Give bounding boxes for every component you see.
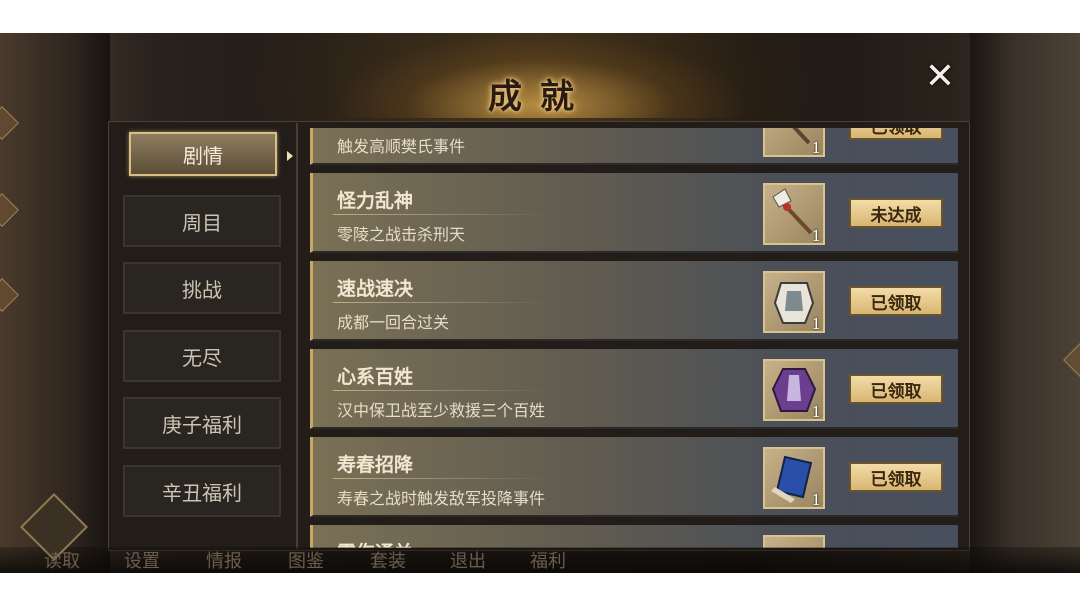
background-right-scenery	[970, 33, 1080, 573]
tab-label: 辛丑福利	[162, 480, 242, 505]
achievement-desc: 零陵之战击杀刑天	[337, 225, 466, 244]
reward-item[interactable]: 1	[763, 447, 825, 509]
reward-count: 1	[811, 139, 821, 157]
menu-settings[interactable]: 设置	[124, 547, 160, 573]
achievement-title: 寿春招降	[337, 454, 414, 476]
tab-label: 剧情	[183, 143, 223, 168]
achievement-title: 心系百姓	[337, 366, 414, 388]
menu-intel[interactable]: 情报	[206, 547, 242, 573]
achievement-list[interactable]: 触发高顺樊氏事件 1 已领取 怪力乱神 零陵之战击杀刑天 1	[310, 128, 960, 548]
achievement-card: 寿春招降 寿春之战时触发敌军投降事件 1 已领取	[310, 437, 958, 517]
reward-count: 1	[811, 315, 821, 333]
achievement-card: 心系百姓 汉中保卫战至少救援三个百姓 1 已领取	[310, 349, 958, 429]
close-button[interactable]: ✕	[920, 57, 960, 97]
tab-pointer-icon	[287, 151, 293, 161]
achievement-desc: 汉中保卫战至少救援三个百姓	[337, 401, 546, 420]
achievement-title: 速战速决	[337, 278, 414, 300]
tab-xinchou-bonus[interactable]: 辛丑福利	[123, 465, 281, 517]
claim-status-button[interactable]: 已领取	[849, 462, 943, 492]
menu-load[interactable]: 读取	[44, 547, 80, 573]
title-underline	[333, 214, 553, 215]
menu-exit[interactable]: 退出	[450, 547, 486, 573]
tab-challenge[interactable]: 挑战	[123, 262, 281, 314]
reward-item[interactable]: 1	[763, 359, 825, 421]
menu-sets[interactable]: 套装	[370, 547, 406, 573]
achievement-desc: 触发高顺樊氏事件	[337, 137, 466, 156]
reward-item[interactable]: 1	[763, 128, 825, 157]
claim-status-button[interactable]: 已领取	[849, 286, 943, 316]
title-underline	[333, 390, 553, 391]
tab-playthrough[interactable]: 周目	[123, 195, 281, 247]
claim-status-button[interactable]: 已领取	[849, 128, 943, 140]
achievement-card: 零伤通关	[310, 525, 958, 548]
menu-bonus[interactable]: 福利	[530, 547, 566, 573]
tab-gengzi-bonus[interactable]: 庚子福利	[123, 397, 281, 449]
achievement-card: 速战速决 成都一回合过关 1 已领取	[310, 261, 958, 341]
background-left-scenery	[0, 33, 110, 573]
panel-divider	[296, 123, 298, 549]
tab-label: 挑战	[182, 277, 222, 302]
menu-codex[interactable]: 图鉴	[288, 547, 324, 573]
reward-count: 1	[811, 227, 821, 245]
achievement-desc: 成都一回合过关	[337, 313, 450, 332]
reward-item[interactable]: 1	[763, 183, 825, 245]
tab-story[interactable]: 剧情	[129, 132, 293, 176]
reward-count: 1	[811, 491, 821, 509]
reward-count: 1	[811, 403, 821, 421]
reward-item[interactable]: 1	[763, 271, 825, 333]
tab-label: 庚子福利	[162, 412, 242, 437]
game-screen: 成就 ✕ 剧情 周目 挑战 无尽 庚子福利 辛丑福利 触发高顺樊氏事件 1 怪力…	[0, 33, 1080, 573]
title-underline	[333, 478, 553, 479]
claim-status-button[interactable]: 已领取	[849, 374, 943, 404]
achievement-title: 怪力乱神	[337, 190, 414, 212]
tab-endless[interactable]: 无尽	[123, 330, 281, 382]
title-underline	[333, 302, 553, 303]
achievement-card: 怪力乱神 零陵之战击杀刑天 1 未达成	[310, 173, 958, 253]
achievement-desc: 寿春之战时触发敌军投降事件	[337, 489, 546, 508]
tab-label: 无尽	[182, 345, 222, 370]
claim-status-button[interactable]: 未达成	[849, 198, 943, 228]
page-title: 成就	[488, 77, 592, 117]
achievement-card: 触发高顺樊氏事件 1 已领取	[310, 128, 958, 165]
tab-label: 周目	[182, 210, 222, 235]
